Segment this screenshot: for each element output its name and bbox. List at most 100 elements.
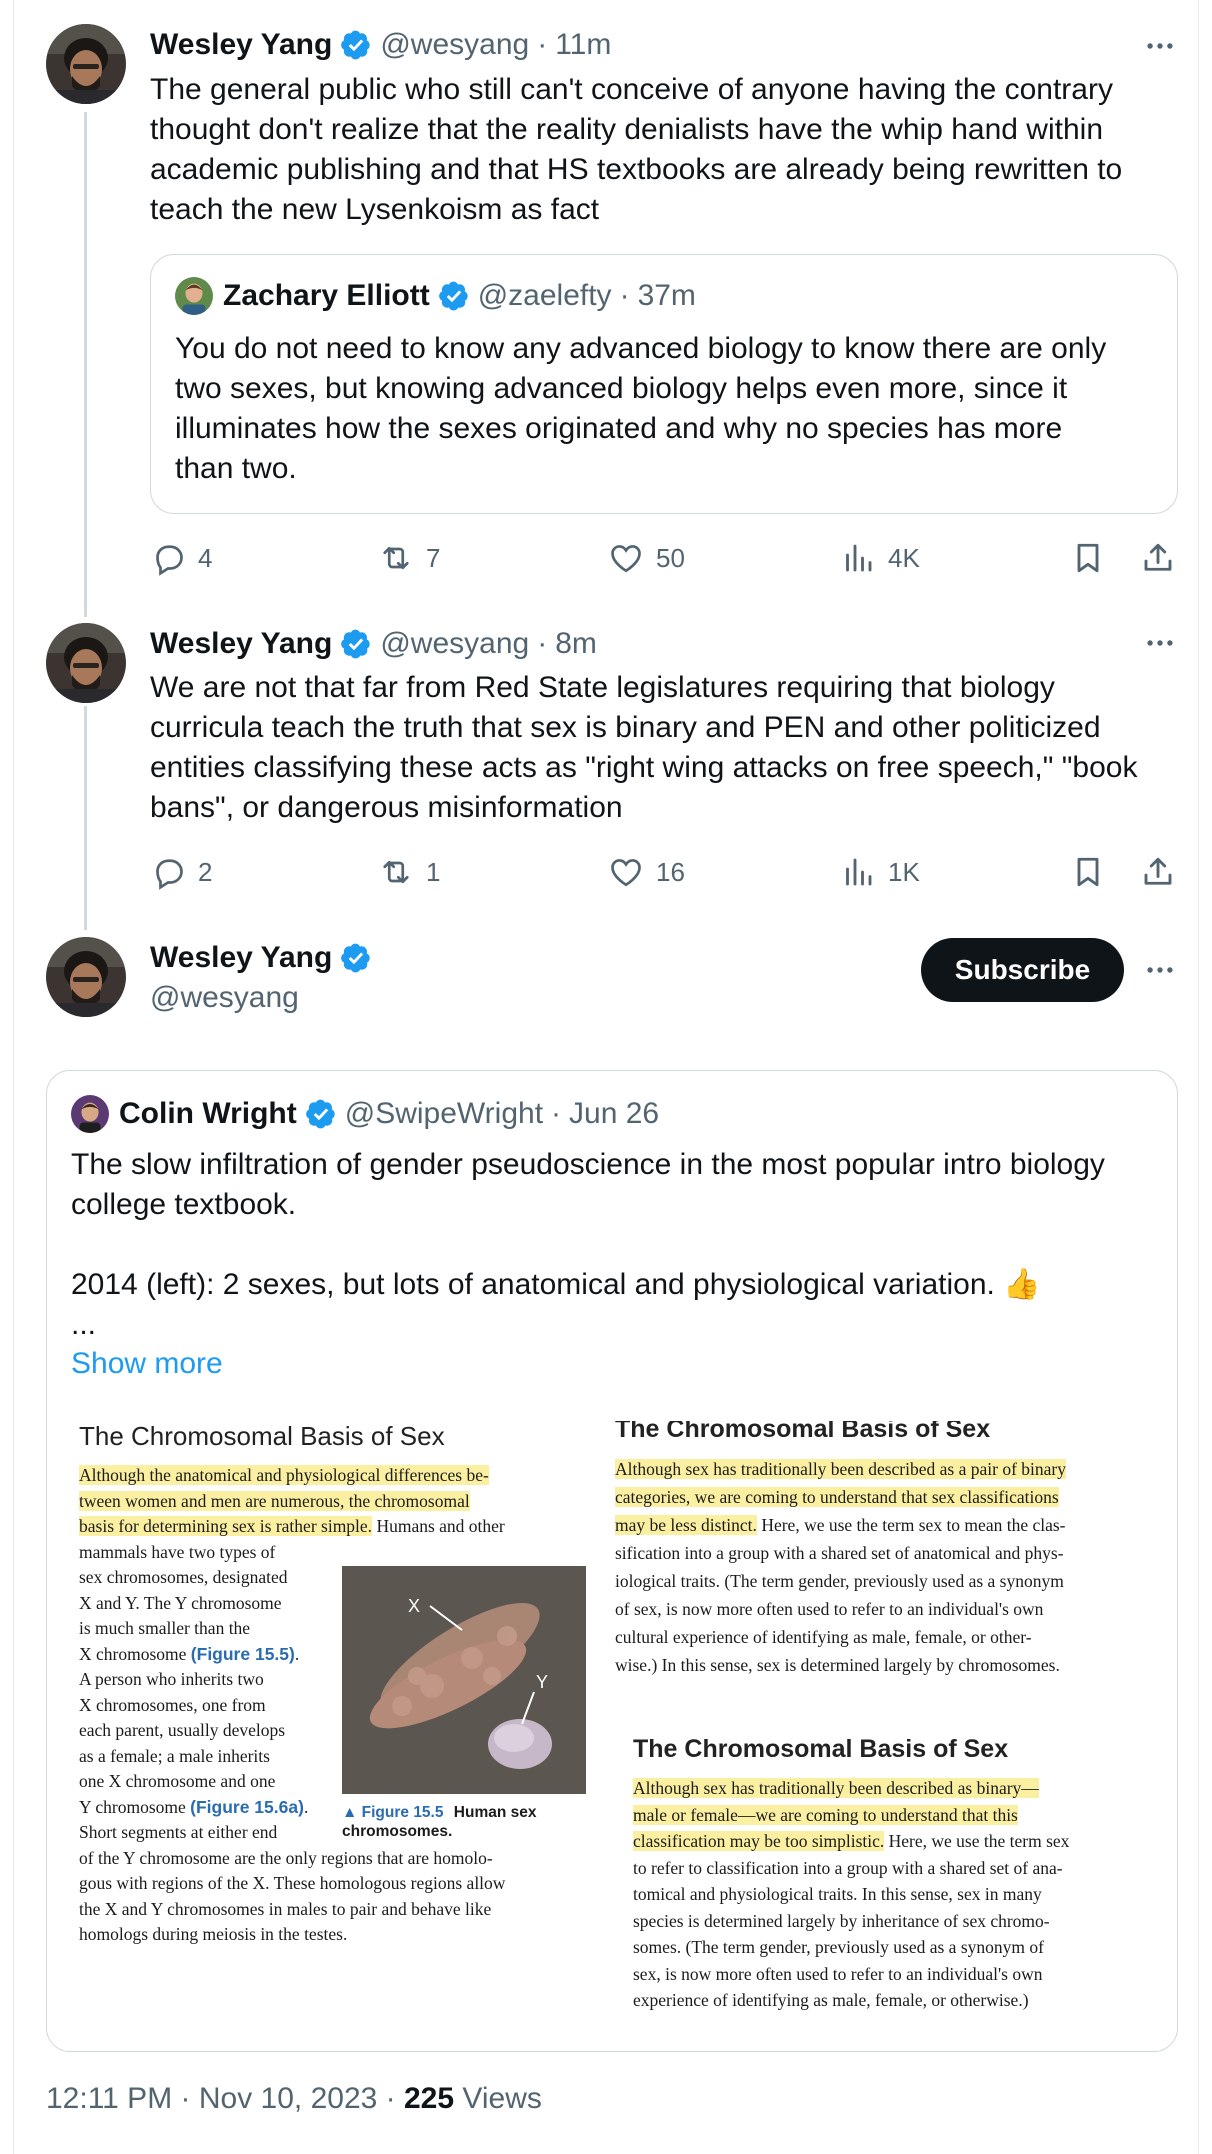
highlighted-text: tween women and men are numerous, the ch… — [79, 1490, 470, 1511]
repost-button[interactable]: 7 — [378, 536, 440, 580]
textbook-text: sex chromosomes, designated — [79, 1567, 288, 1587]
avatar[interactable] — [46, 24, 126, 104]
tweet-timestamp: 37m — [637, 279, 696, 312]
author-handle[interactable]: @wesyang — [380, 28, 529, 62]
quoted-tweet-card[interactable]: Colin Wright @SwipeWright · Jun 26 The s… — [46, 1070, 1178, 2052]
textbook-text: sification into a group with a shared se… — [615, 1543, 1064, 1563]
views-count: 225 — [404, 2082, 455, 2115]
share-icon — [1140, 540, 1176, 576]
like-button[interactable]: 50 — [608, 536, 685, 580]
author-name[interactable]: Wesley Yang — [150, 941, 332, 975]
more-options-button[interactable] — [1140, 26, 1180, 66]
reply-count: 2 — [198, 856, 213, 887]
repost-icon — [378, 854, 414, 890]
thread-connector-line — [84, 706, 87, 930]
tweet-text-line: We are not that far from Red State legis… — [150, 671, 1055, 704]
bookmark-icon — [1070, 854, 1106, 890]
figure-reference: (Figure 15.6a) — [190, 1796, 304, 1817]
tweet-timestamp[interactable]: 11m — [555, 28, 611, 62]
reply-count: 4 — [198, 542, 213, 573]
views-button[interactable]: 1K — [840, 850, 920, 894]
textbook-text: sex, is now more often used to refer to … — [633, 1963, 1043, 1984]
author-name[interactable]: Wesley Yang — [150, 28, 332, 62]
figure-label: ▲ Figure 15.5 — [342, 1804, 444, 1821]
bookmark-button[interactable] — [1070, 850, 1106, 894]
tweet-action-bar: 2 1 16 1K — [150, 850, 1180, 894]
tweet-text-line: teach the new Lysenkoism as fact — [150, 193, 600, 226]
share-button[interactable] — [1140, 850, 1176, 894]
verified-badge-icon — [438, 280, 470, 312]
like-icon — [608, 854, 644, 890]
thread-connector-line — [84, 112, 87, 617]
figure-caption: ▲ Figure 15.5 Human sex chromosomes. — [342, 1803, 537, 1841]
figure-caption-text: Human sex — [453, 1804, 537, 1821]
author-handle[interactable]: @wesyang — [150, 981, 299, 1015]
textbook-text: homologs during meiosis in the testes. — [79, 1924, 348, 1944]
quoted-tweet-text: The slow infiltration of gender pseudosc… — [71, 1145, 1105, 1345]
tweet-text-line: academic publishing and that HS textbook… — [150, 153, 1123, 186]
tweet-text-line: college textbook. — [71, 1188, 297, 1221]
show-more-link[interactable]: Show more — [71, 1347, 223, 1381]
highlighted-text: Although sex has traditionally been desc… — [615, 1459, 1066, 1479]
repost-count: 1 — [426, 856, 441, 887]
reply-button[interactable]: 2 — [150, 850, 212, 894]
like-count: 16 — [656, 856, 685, 887]
reply-button[interactable]: 4 — [150, 536, 212, 580]
post-date[interactable]: Nov 10, 2023 — [199, 2082, 377, 2115]
textbook-text: is much smaller than the — [79, 1618, 251, 1638]
tweet-text-line: than two. — [175, 452, 297, 485]
quoted-tweet-header: Zachary Elliott @zaelefty · 37m — [175, 277, 696, 315]
textbook-text: X and Y. The Y chromosome — [79, 1592, 282, 1613]
textbook-text: species is determined largely by inherit… — [633, 1910, 1050, 1931]
textbook-text: tomical and physiological traits. In thi… — [633, 1884, 1042, 1904]
share-icon — [1140, 854, 1176, 890]
views-button[interactable]: 4K — [840, 536, 920, 580]
avatar — [71, 1095, 109, 1133]
author-name: Colin Wright — [119, 1097, 297, 1130]
highlighted-text: may be less distinct. — [615, 1515, 757, 1535]
tweet-text-line: curricula teach the truth that sex is bi… — [150, 711, 1101, 744]
quoted-tweet-header: Colin Wright @SwipeWright · Jun 26 — [71, 1095, 659, 1133]
textbook-text: of sex, is now more often used to refer … — [615, 1599, 1044, 1619]
quoted-tweet-card[interactable]: Zachary Elliott @zaelefty · 37m You do n… — [150, 254, 1178, 514]
tweet-action-bar: 4 7 50 4K — [150, 536, 1180, 580]
views-icon — [840, 854, 876, 890]
more-options-button[interactable] — [1140, 950, 1180, 990]
views-count: 4K — [888, 542, 920, 573]
like-button[interactable]: 16 — [608, 850, 685, 894]
tweet-text-line: entities classifying these acts as "righ… — [150, 751, 1138, 784]
chromosome-micrograph: X Y — [342, 1566, 586, 1794]
repost-button[interactable]: 1 — [378, 850, 440, 894]
tweet-timestamp[interactable]: 8m — [555, 627, 597, 661]
more-options-button[interactable] — [1140, 623, 1180, 663]
textbook-text: to refer to classification into a group … — [633, 1857, 1063, 1878]
avatar-image — [71, 1095, 109, 1133]
bookmark-button[interactable] — [1070, 536, 1106, 580]
tweet-text-line: illuminates how the sexes originated and… — [175, 412, 1063, 445]
views-icon — [840, 540, 876, 576]
author-handle: @SwipeWright — [344, 1097, 544, 1130]
separator-dot: · — [180, 2082, 199, 2115]
left-frame-border — [13, 0, 14, 2154]
avatar[interactable] — [46, 937, 126, 1017]
author-name[interactable]: Wesley Yang — [150, 627, 332, 661]
textbook-comparison-image[interactable]: The Chromosomal Basis of Sex Although th… — [47, 1421, 1177, 2041]
author-handle[interactable]: @wesyang — [380, 627, 529, 661]
like-icon — [608, 540, 644, 576]
post-time[interactable]: 12:11 PM — [46, 2082, 172, 2115]
separator-dot: · — [537, 28, 548, 61]
tweet-text-line: The slow infiltration of gender pseudosc… — [71, 1148, 1105, 1181]
views-count: 1K — [888, 856, 920, 887]
share-button[interactable] — [1140, 536, 1176, 580]
right-frame-border — [1198, 0, 1199, 2154]
tweet-text-line: You do not need to know any advanced bio… — [175, 332, 1107, 365]
textbook-text: each parent, usually develops — [79, 1720, 286, 1740]
tweet-text-line: 2014 (left): 2 sexes, but lots of anatom… — [71, 1268, 1041, 1301]
textbook-text: Here, we use the term sex — [884, 1831, 1070, 1851]
subscribe-button[interactable]: Subscribe — [921, 938, 1124, 1002]
separator-dot: · — [385, 2082, 404, 2115]
avatar[interactable] — [46, 623, 126, 703]
highlighted-text: male or female—we are coming to understa… — [633, 1804, 1018, 1825]
more-dots-icon — [1143, 626, 1177, 660]
tweet-text-line: thought don't realize that the reality d… — [150, 113, 1103, 146]
